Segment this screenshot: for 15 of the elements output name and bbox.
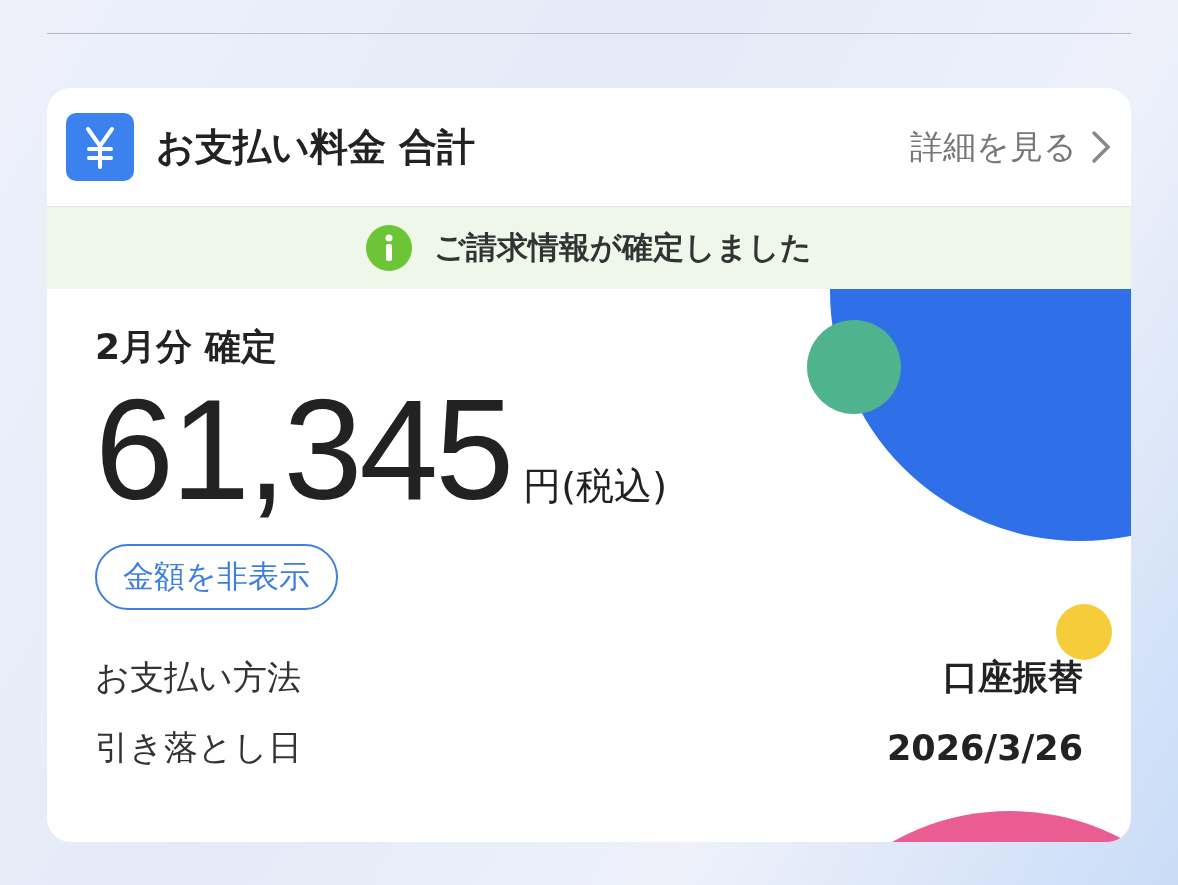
row-label: 引き落とし日 xyxy=(95,726,302,770)
row-value: 2026/3/26 xyxy=(886,728,1083,769)
circle-decoration xyxy=(1056,604,1112,660)
amount-value: 61,345 xyxy=(95,372,512,529)
billing-period: 2月分 確定 xyxy=(95,325,277,369)
row-label: お支払い方法 xyxy=(95,655,301,699)
notice-text: ご請求情報が確定しました xyxy=(434,228,812,267)
card-title: お支払い料金 合計 xyxy=(156,123,477,171)
yen-icon xyxy=(66,113,134,181)
row-value: 口座振替 xyxy=(943,656,1083,700)
details-link[interactable]: 詳細を見る xyxy=(910,124,1111,170)
info-icon xyxy=(366,225,412,271)
chevron-icon xyxy=(1091,130,1111,164)
amount-unit: 円(税込) xyxy=(523,467,667,505)
hide-amount-button[interactable]: 金額を非表示 xyxy=(95,544,338,611)
